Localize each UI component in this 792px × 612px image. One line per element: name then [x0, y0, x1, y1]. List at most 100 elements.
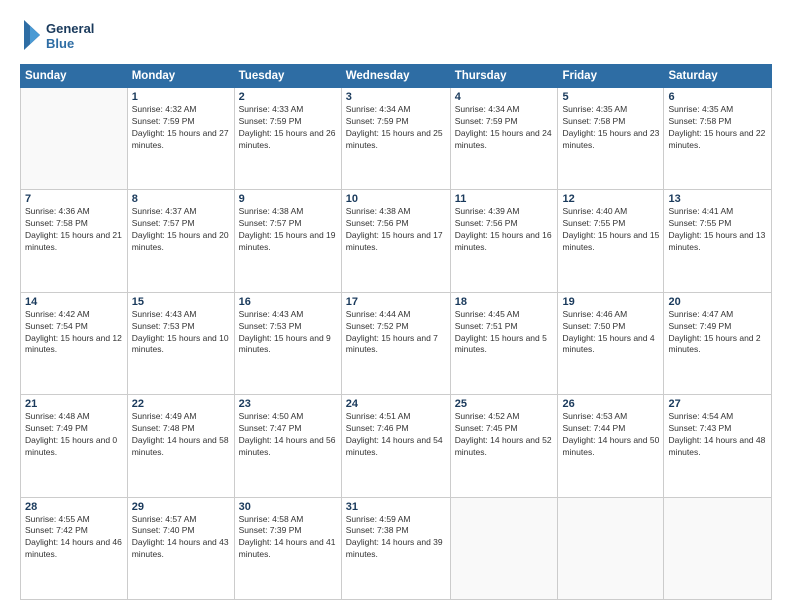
day-number: 16 — [239, 296, 337, 308]
day-info: Sunrise: 4:38 AM Sunset: 7:56 PM Dayligh… — [346, 206, 446, 254]
day-info: Sunrise: 4:34 AM Sunset: 7:59 PM Dayligh… — [455, 104, 554, 152]
day-info: Sunrise: 4:41 AM Sunset: 7:55 PM Dayligh… — [668, 206, 767, 254]
day-info: Sunrise: 4:52 AM Sunset: 7:45 PM Dayligh… — [455, 411, 554, 459]
calendar-week-row: 7Sunrise: 4:36 AM Sunset: 7:58 PM Daylig… — [21, 190, 772, 292]
day-number: 13 — [668, 193, 767, 205]
calendar-cell: 24Sunrise: 4:51 AM Sunset: 7:46 PM Dayli… — [341, 395, 450, 497]
calendar-cell: 10Sunrise: 4:38 AM Sunset: 7:56 PM Dayli… — [341, 190, 450, 292]
day-number: 27 — [668, 398, 767, 410]
day-number: 14 — [25, 296, 123, 308]
weekday-header-wednesday: Wednesday — [341, 65, 450, 88]
calendar-week-row: 28Sunrise: 4:55 AM Sunset: 7:42 PM Dayli… — [21, 497, 772, 599]
day-number: 21 — [25, 398, 123, 410]
day-info: Sunrise: 4:40 AM Sunset: 7:55 PM Dayligh… — [562, 206, 659, 254]
day-info: Sunrise: 4:34 AM Sunset: 7:59 PM Dayligh… — [346, 104, 446, 152]
day-number: 2 — [239, 91, 337, 103]
day-number: 18 — [455, 296, 554, 308]
day-number: 3 — [346, 91, 446, 103]
day-number: 4 — [455, 91, 554, 103]
day-number: 17 — [346, 296, 446, 308]
calendar-cell: 16Sunrise: 4:43 AM Sunset: 7:53 PM Dayli… — [234, 292, 341, 394]
calendar-cell: 7Sunrise: 4:36 AM Sunset: 7:58 PM Daylig… — [21, 190, 128, 292]
day-info: Sunrise: 4:44 AM Sunset: 7:52 PM Dayligh… — [346, 309, 446, 357]
logo-svg: General Blue — [20, 16, 100, 54]
calendar-cell: 23Sunrise: 4:50 AM Sunset: 7:47 PM Dayli… — [234, 395, 341, 497]
calendar-cell: 18Sunrise: 4:45 AM Sunset: 7:51 PM Dayli… — [450, 292, 558, 394]
day-info: Sunrise: 4:37 AM Sunset: 7:57 PM Dayligh… — [132, 206, 230, 254]
calendar-cell: 17Sunrise: 4:44 AM Sunset: 7:52 PM Dayli… — [341, 292, 450, 394]
day-info: Sunrise: 4:39 AM Sunset: 7:56 PM Dayligh… — [455, 206, 554, 254]
day-info: Sunrise: 4:48 AM Sunset: 7:49 PM Dayligh… — [25, 411, 123, 459]
day-info: Sunrise: 4:58 AM Sunset: 7:39 PM Dayligh… — [239, 514, 337, 562]
day-number: 29 — [132, 501, 230, 513]
day-info: Sunrise: 4:36 AM Sunset: 7:58 PM Dayligh… — [25, 206, 123, 254]
calendar-cell: 8Sunrise: 4:37 AM Sunset: 7:57 PM Daylig… — [127, 190, 234, 292]
day-number: 26 — [562, 398, 659, 410]
weekday-header-sunday: Sunday — [21, 65, 128, 88]
day-number: 8 — [132, 193, 230, 205]
day-number: 30 — [239, 501, 337, 513]
day-info: Sunrise: 4:42 AM Sunset: 7:54 PM Dayligh… — [25, 309, 123, 357]
calendar-cell: 30Sunrise: 4:58 AM Sunset: 7:39 PM Dayli… — [234, 497, 341, 599]
day-info: Sunrise: 4:47 AM Sunset: 7:49 PM Dayligh… — [668, 309, 767, 357]
calendar-cell — [21, 88, 128, 190]
calendar-cell — [558, 497, 664, 599]
weekday-header-thursday: Thursday — [450, 65, 558, 88]
day-info: Sunrise: 4:38 AM Sunset: 7:57 PM Dayligh… — [239, 206, 337, 254]
calendar-cell: 15Sunrise: 4:43 AM Sunset: 7:53 PM Dayli… — [127, 292, 234, 394]
calendar-cell: 29Sunrise: 4:57 AM Sunset: 7:40 PM Dayli… — [127, 497, 234, 599]
svg-text:Blue: Blue — [46, 36, 74, 51]
calendar-cell: 4Sunrise: 4:34 AM Sunset: 7:59 PM Daylig… — [450, 88, 558, 190]
calendar-cell: 12Sunrise: 4:40 AM Sunset: 7:55 PM Dayli… — [558, 190, 664, 292]
day-info: Sunrise: 4:43 AM Sunset: 7:53 PM Dayligh… — [132, 309, 230, 357]
calendar-cell: 21Sunrise: 4:48 AM Sunset: 7:49 PM Dayli… — [21, 395, 128, 497]
day-number: 19 — [562, 296, 659, 308]
calendar-cell: 28Sunrise: 4:55 AM Sunset: 7:42 PM Dayli… — [21, 497, 128, 599]
calendar-cell: 25Sunrise: 4:52 AM Sunset: 7:45 PM Dayli… — [450, 395, 558, 497]
calendar-cell — [664, 497, 772, 599]
day-number: 24 — [346, 398, 446, 410]
day-info: Sunrise: 4:32 AM Sunset: 7:59 PM Dayligh… — [132, 104, 230, 152]
day-number: 23 — [239, 398, 337, 410]
day-info: Sunrise: 4:45 AM Sunset: 7:51 PM Dayligh… — [455, 309, 554, 357]
calendar-cell: 26Sunrise: 4:53 AM Sunset: 7:44 PM Dayli… — [558, 395, 664, 497]
calendar-cell: 20Sunrise: 4:47 AM Sunset: 7:49 PM Dayli… — [664, 292, 772, 394]
weekday-header-friday: Friday — [558, 65, 664, 88]
day-number: 22 — [132, 398, 230, 410]
weekday-header-monday: Monday — [127, 65, 234, 88]
calendar-cell: 5Sunrise: 4:35 AM Sunset: 7:58 PM Daylig… — [558, 88, 664, 190]
calendar-cell: 27Sunrise: 4:54 AM Sunset: 7:43 PM Dayli… — [664, 395, 772, 497]
day-info: Sunrise: 4:54 AM Sunset: 7:43 PM Dayligh… — [668, 411, 767, 459]
day-info: Sunrise: 4:33 AM Sunset: 7:59 PM Dayligh… — [239, 104, 337, 152]
header: General Blue — [20, 16, 772, 54]
day-info: Sunrise: 4:46 AM Sunset: 7:50 PM Dayligh… — [562, 309, 659, 357]
calendar-cell: 22Sunrise: 4:49 AM Sunset: 7:48 PM Dayli… — [127, 395, 234, 497]
svg-text:General: General — [46, 21, 94, 36]
day-info: Sunrise: 4:35 AM Sunset: 7:58 PM Dayligh… — [562, 104, 659, 152]
day-info: Sunrise: 4:53 AM Sunset: 7:44 PM Dayligh… — [562, 411, 659, 459]
day-info: Sunrise: 4:43 AM Sunset: 7:53 PM Dayligh… — [239, 309, 337, 357]
calendar-week-row: 14Sunrise: 4:42 AM Sunset: 7:54 PM Dayli… — [21, 292, 772, 394]
day-number: 11 — [455, 193, 554, 205]
day-info: Sunrise: 4:51 AM Sunset: 7:46 PM Dayligh… — [346, 411, 446, 459]
day-number: 7 — [25, 193, 123, 205]
day-number: 25 — [455, 398, 554, 410]
calendar-cell: 31Sunrise: 4:59 AM Sunset: 7:38 PM Dayli… — [341, 497, 450, 599]
day-info: Sunrise: 4:59 AM Sunset: 7:38 PM Dayligh… — [346, 514, 446, 562]
calendar-cell: 13Sunrise: 4:41 AM Sunset: 7:55 PM Dayli… — [664, 190, 772, 292]
day-info: Sunrise: 4:35 AM Sunset: 7:58 PM Dayligh… — [668, 104, 767, 152]
day-number: 6 — [668, 91, 767, 103]
calendar-cell: 14Sunrise: 4:42 AM Sunset: 7:54 PM Dayli… — [21, 292, 128, 394]
day-number: 9 — [239, 193, 337, 205]
calendar-cell: 9Sunrise: 4:38 AM Sunset: 7:57 PM Daylig… — [234, 190, 341, 292]
calendar-week-row: 21Sunrise: 4:48 AM Sunset: 7:49 PM Dayli… — [21, 395, 772, 497]
day-info: Sunrise: 4:57 AM Sunset: 7:40 PM Dayligh… — [132, 514, 230, 562]
calendar-cell — [450, 497, 558, 599]
calendar-cell: 6Sunrise: 4:35 AM Sunset: 7:58 PM Daylig… — [664, 88, 772, 190]
day-info: Sunrise: 4:49 AM Sunset: 7:48 PM Dayligh… — [132, 411, 230, 459]
logo: General Blue — [20, 16, 100, 54]
day-number: 5 — [562, 91, 659, 103]
calendar-cell: 2Sunrise: 4:33 AM Sunset: 7:59 PM Daylig… — [234, 88, 341, 190]
calendar-page: General Blue SundayMondayTuesdayWednesda… — [0, 0, 792, 612]
day-number: 1 — [132, 91, 230, 103]
